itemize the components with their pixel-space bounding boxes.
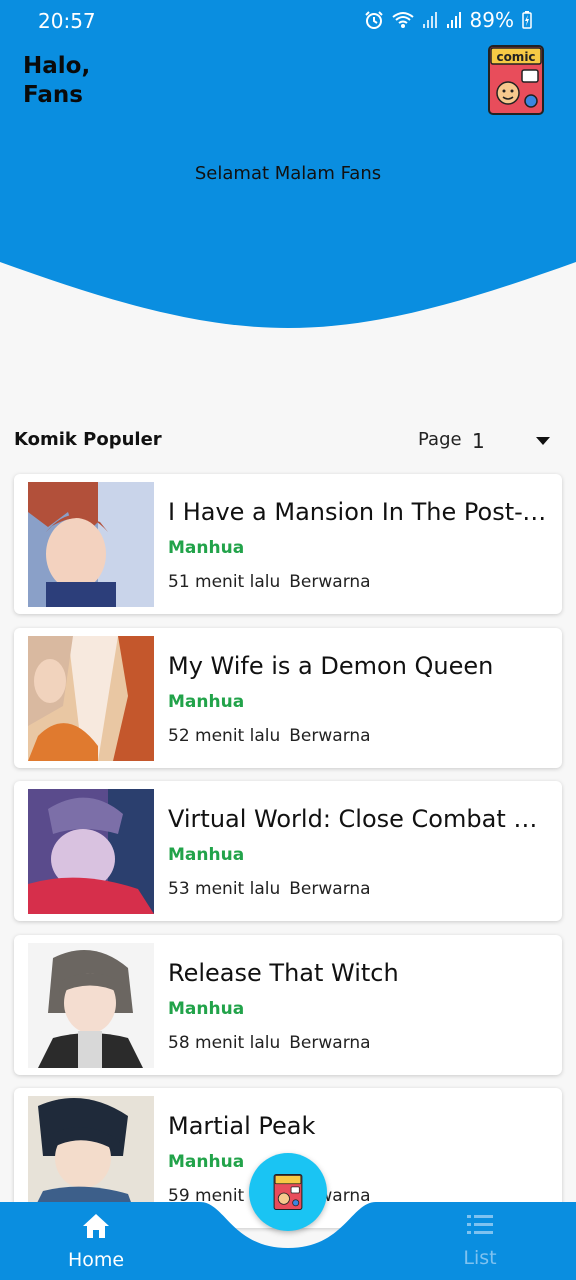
comic-logo-icon[interactable]: comic — [488, 45, 544, 115]
comic-logo-icon — [273, 1174, 303, 1210]
nav-list-label: List — [463, 1247, 497, 1269]
chevron-down-icon — [536, 437, 550, 445]
nav-list[interactable]: List — [420, 1212, 540, 1269]
comic-cover-image — [28, 943, 154, 1068]
page-label: Page — [418, 429, 462, 450]
status-icons: 89% — [364, 8, 532, 32]
comic-color: Berwarna — [289, 572, 371, 592]
wifi-icon — [391, 12, 414, 28]
comic-color: Berwarna — [289, 1033, 371, 1053]
battery-charging-icon — [522, 11, 532, 29]
comic-card[interactable]: My Wife is a Demon Queen Manhua 52 menit… — [14, 628, 562, 768]
comic-cover-image — [28, 636, 154, 761]
status-time: 20:57 — [38, 9, 96, 33]
comic-type: Manhua — [168, 538, 245, 558]
comic-cover-image — [28, 482, 154, 607]
section-title: Komik Populer — [14, 429, 162, 450]
alarm-icon — [364, 11, 383, 29]
comic-title: Virtual World: Close Combat Ma... — [168, 805, 548, 833]
comic-time: 53 menit lalu — [168, 879, 281, 899]
svg-text:comic: comic — [496, 50, 535, 64]
nav-home-label: Home — [67, 1249, 125, 1271]
comic-title: I Have a Mansion In The Post-Ap... — [168, 498, 548, 526]
battery-percent: 89% — [469, 8, 514, 32]
comic-card[interactable]: Release That Witch Manhua 58 menit lalu B… — [14, 935, 562, 1075]
comic-meta: 58 menit lalu Berwarna — [168, 1033, 371, 1053]
comic-title: Release That Witch — [168, 959, 399, 987]
comic-cover-image — [28, 789, 154, 914]
page-dropdown[interactable]: 1 — [472, 425, 556, 457]
comic-type: Manhua — [168, 1152, 245, 1172]
comic-type: Manhua — [168, 692, 245, 712]
signal-icon-2 — [446, 12, 461, 28]
home-icon — [83, 1214, 109, 1238]
status-bar: 20:57 89% — [0, 0, 576, 42]
comic-type: Manhua — [168, 845, 245, 865]
list-icon — [467, 1215, 493, 1234]
signal-icon — [422, 12, 437, 28]
comic-color: Berwarna — [289, 879, 371, 899]
page-value: 1 — [472, 429, 485, 453]
comic-type: Manhua — [168, 999, 245, 1019]
comic-meta: 53 menit lalu Berwarna — [168, 879, 371, 899]
comic-meta: 52 menit lalu Berwarna — [168, 726, 371, 746]
comic-fab-button[interactable] — [249, 1153, 327, 1231]
comic-card[interactable]: I Have a Mansion In The Post-Ap... Manhu… — [14, 474, 562, 614]
comic-color: Berwarna — [289, 726, 371, 746]
comic-title: My Wife is a Demon Queen — [168, 652, 494, 680]
comic-meta: 51 menit lalu Berwarna — [168, 572, 371, 592]
welcome-message: Selamat Malam Fans — [194, 163, 382, 184]
comic-time: 58 menit lalu — [168, 1033, 281, 1053]
comic-title: Martial Peak — [168, 1112, 316, 1140]
comic-time: 52 menit lalu — [168, 726, 281, 746]
app-screen: 20:57 89% Halo, Fans comic Selamat Malam… — [0, 0, 576, 1280]
comic-card[interactable]: Virtual World: Close Combat Ma... Manhua… — [14, 781, 562, 921]
nav-home[interactable]: Home — [36, 1212, 156, 1271]
greeting-text: Halo, Fans — [23, 53, 91, 108]
comic-time: 51 menit lalu — [168, 572, 281, 592]
